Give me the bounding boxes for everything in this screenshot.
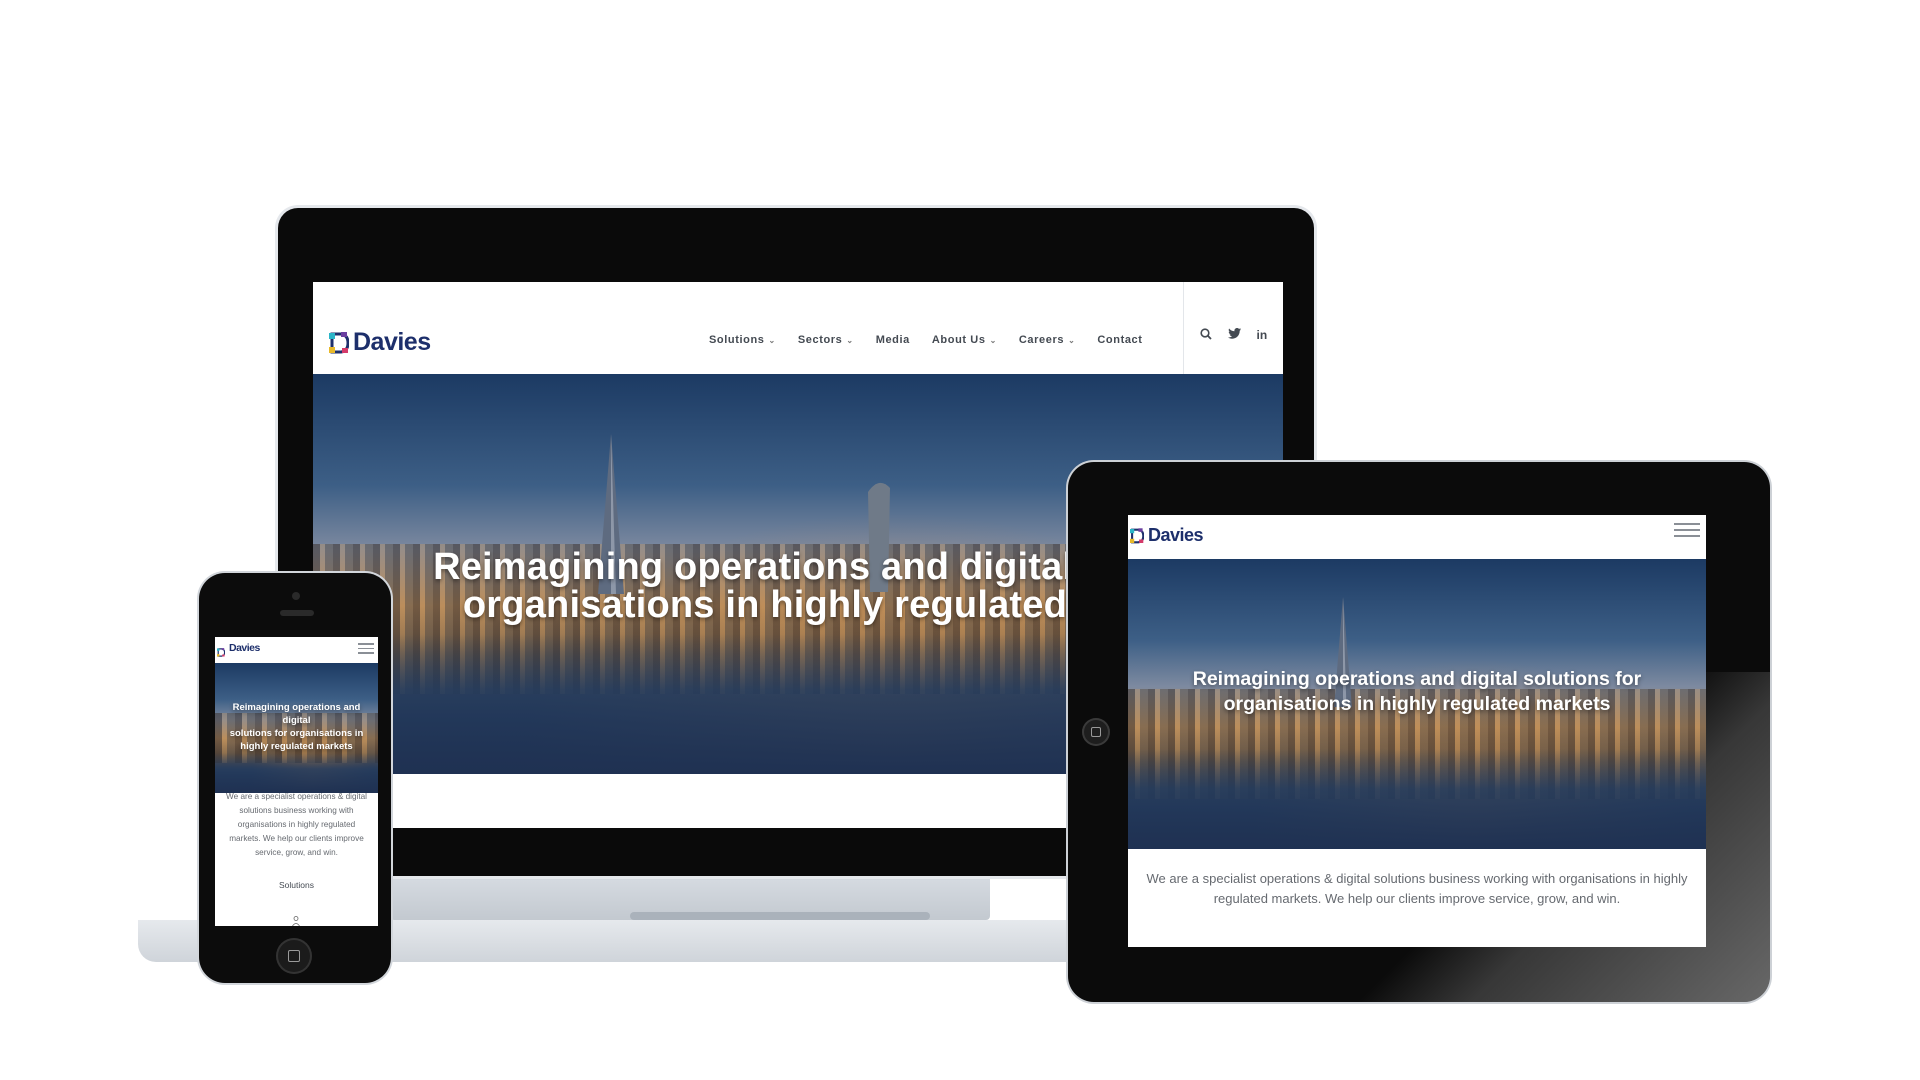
solutions-link[interactable]: Solutions	[215, 880, 378, 890]
nav-careers[interactable]: Careers ⌄	[1019, 334, 1076, 346]
tablet-home-button[interactable]	[1082, 718, 1110, 746]
davies-logo-icon	[329, 331, 350, 354]
hamburger-menu-icon[interactable]	[1674, 523, 1700, 541]
site-header: Davies	[1128, 515, 1706, 559]
logo-wordmark: Davies	[1148, 525, 1204, 545]
hamburger-menu-icon[interactable]	[358, 643, 374, 657]
intro-line: We are a specialist operations & digital	[226, 792, 367, 801]
hero-title-line: highly regulated markets	[240, 741, 353, 752]
davies-logo[interactable]: Davies	[217, 642, 260, 657]
header-tools: in	[1183, 282, 1283, 374]
person-icon	[292, 916, 300, 926]
search-icon[interactable]	[1200, 327, 1212, 343]
nav-media[interactable]: Media	[876, 334, 910, 346]
nav-contact[interactable]: Contact	[1097, 334, 1142, 346]
phone-speaker	[280, 610, 314, 616]
hero-title-line: Reimagining operations and digital solut…	[1192, 668, 1642, 690]
twitter-icon[interactable]	[1227, 328, 1241, 342]
nav-label: Contact	[1097, 334, 1143, 346]
nav-label: About Us	[931, 334, 986, 346]
hero-river	[215, 753, 378, 793]
logo-wordmark: Davies	[229, 642, 260, 654]
phone-camera	[292, 592, 300, 600]
nav-label: Media	[875, 334, 910, 346]
main-nav: Solutions ⌄ Sectors ⌄ Media About Us ⌄ C…	[709, 334, 1143, 346]
davies-logo-icon	[217, 644, 226, 657]
intro-line: We are a specialist operations & digital…	[1146, 871, 1688, 886]
hero-banner: Reimagining operations and digital solut…	[1128, 559, 1706, 849]
hero-river	[1128, 749, 1706, 849]
nav-sectors[interactable]: Sectors ⌄	[798, 334, 854, 346]
intro-text: We are a specialist operations & digital…	[215, 790, 378, 860]
intro-line: regulated markets. We help our clients i…	[1213, 891, 1621, 906]
nav-label: Solutions	[709, 334, 765, 346]
davies-logo[interactable]: Davies	[1130, 525, 1204, 546]
nav-about-us[interactable]: About Us ⌄	[932, 334, 997, 346]
tablet-screen: Davies Reimagining operations and digita…	[1128, 515, 1706, 947]
linkedin-icon[interactable]: in	[1256, 328, 1267, 342]
laptop-hinge	[390, 872, 990, 920]
chevron-down-icon: ⌄	[989, 335, 997, 345]
hero-title-line: Reimagining operations and digital	[232, 702, 361, 726]
nav-label: Careers	[1018, 334, 1065, 346]
chevron-down-icon: ⌄	[768, 335, 776, 345]
intro-line: service, grow, and win.	[255, 848, 338, 857]
hero-banner: Reimagining operations and digital solut…	[215, 663, 378, 793]
logo-wordmark: Davies	[353, 328, 431, 356]
intro-line: markets. We help our clients improve	[229, 834, 364, 843]
hero-title-line: organisations in highly regulated market…	[1223, 693, 1611, 715]
site-header: Davies Solutions ⌄ Sectors ⌄ Media About…	[313, 282, 1283, 375]
intro-line: organisations in highly regulated	[237, 820, 356, 829]
intro-text: We are a specialist operations & digital…	[1128, 869, 1706, 909]
hero-title: Reimagining operations and digital solut…	[1128, 667, 1706, 717]
davies-logo-icon	[1130, 527, 1145, 544]
chevron-down-icon: ⌄	[1068, 335, 1076, 345]
phone-home-button[interactable]	[276, 938, 312, 974]
chevron-down-icon: ⌄	[846, 335, 854, 345]
nav-solutions[interactable]: Solutions ⌄	[709, 334, 776, 346]
davies-logo[interactable]: Davies	[329, 328, 431, 357]
hero-title-line: solutions for organisations in	[229, 728, 364, 739]
site-header: Davies	[215, 637, 378, 663]
phone-screen: Davies Reimagining operations and digita…	[215, 637, 378, 926]
intro-line: solutions business working with	[239, 806, 354, 815]
hero-title: Reimagining operations and digital solut…	[215, 701, 378, 753]
nav-label: Sectors	[797, 334, 843, 346]
